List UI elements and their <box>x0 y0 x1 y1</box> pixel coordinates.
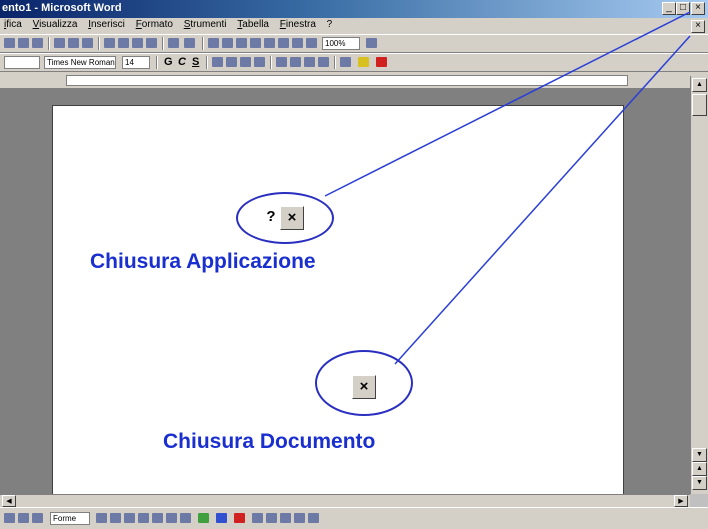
doc-close-pointer-line <box>394 35 691 365</box>
help-button-zoomed: ? <box>266 208 276 225</box>
doc-close-label: Chiusura Documento <box>163 430 376 453</box>
app-close-button-zoomed: × <box>280 206 304 230</box>
app-close-pointer-line <box>324 11 691 197</box>
doc-close-button-zoomed: × <box>352 375 376 399</box>
app-close-label: Chiusura Applicazione <box>90 250 316 273</box>
